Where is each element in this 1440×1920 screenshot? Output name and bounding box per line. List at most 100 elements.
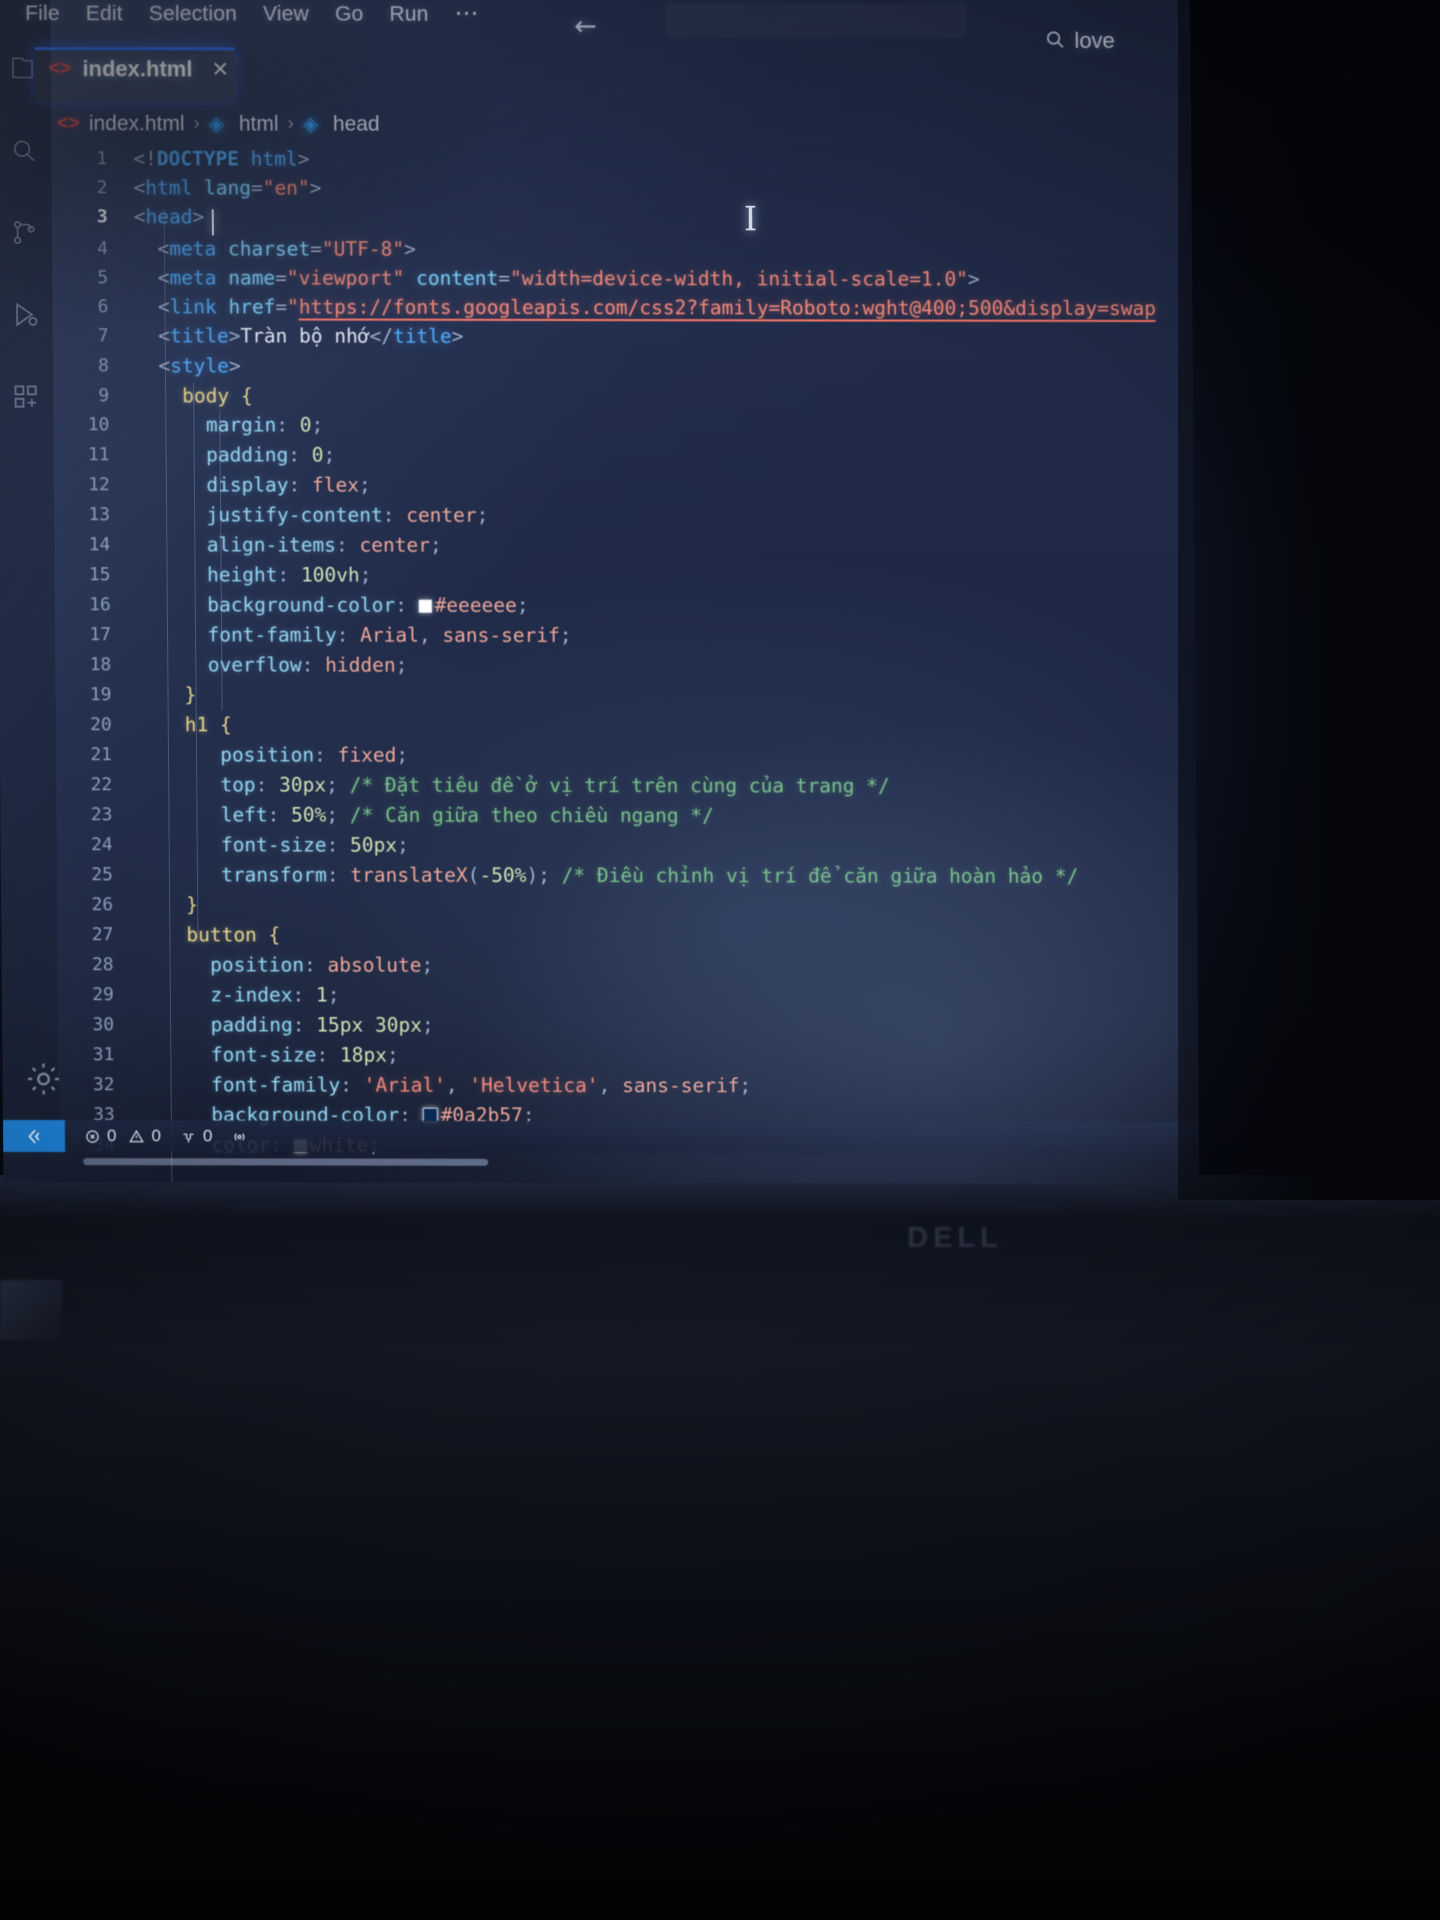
html-file-icon: <> — [56, 113, 80, 136]
code-line-24: font-size: 50px; — [220, 833, 409, 857]
chevron-right-icon: › — [193, 113, 200, 135]
code-line-16: background-color: #eeeeee; — [207, 593, 529, 617]
line-number: 21 — [90, 744, 113, 766]
code-line-25: transform: translateX(-50%); /* Điều chỉ… — [221, 863, 1079, 888]
code-line-19: } — [184, 683, 197, 707]
code-line-23: left: 50%; /* Căn giữa theo chiều ngang … — [220, 803, 714, 828]
breadcrumb[interactable]: <> index.html › ◈ html › ◈ head — [57, 112, 380, 137]
line-number: 31 — [92, 1044, 115, 1066]
code-line-18: overflow: hidden; — [207, 653, 408, 677]
error-count: 0 — [106, 1126, 117, 1146]
code-line-7: <title>Tràn bộ nhớ</title> — [158, 324, 464, 348]
line-number: 23 — [90, 804, 113, 826]
titlebar-search[interactable]: love — [1044, 28, 1115, 54]
code-line-30: padding: 15px 30px; — [210, 1013, 434, 1037]
line-number: 4 — [97, 238, 109, 260]
ports-status[interactable]: 0 — [181, 1126, 213, 1146]
code-line-5: <meta name="viewport" content="width=dev… — [157, 266, 980, 291]
menu-item-go[interactable]: Go — [322, 0, 377, 31]
breadcrumb-node-html[interactable]: html — [239, 112, 279, 136]
horizontal-scrollbar[interactable] — [83, 1158, 489, 1166]
vscode-window: File Edit Selection View Go Run ⋯ ← love — [0, 0, 1200, 1185]
html-file-icon: <> — [48, 58, 72, 81]
menu-item-view[interactable]: View — [250, 0, 322, 31]
line-number: 9 — [98, 385, 110, 407]
warning-count: 0 — [151, 1126, 162, 1146]
cube-icon: ◈ — [302, 113, 319, 136]
close-icon[interactable]: ✕ — [211, 57, 229, 82]
line-number: 22 — [90, 774, 113, 796]
status-bar[interactable]: 0 0 0 — [2, 1119, 1200, 1155]
code-line-6: <link href="https://fonts.googleapis.com… — [157, 295, 1157, 323]
menu-item-selection[interactable]: Selection — [136, 0, 250, 30]
code-line-28: position: absolute; — [210, 953, 434, 977]
code-line-4: <meta charset="UTF-8"> — [157, 237, 416, 261]
code-line-8: <style> — [158, 354, 241, 378]
menu-bar[interactable]: File Edit Selection View Go Run ⋯ — [0, 0, 494, 37]
navigate-back-icon[interactable]: ← — [574, 11, 597, 42]
mouse-ibeam-cursor: I — [743, 199, 758, 240]
ports-count: 0 — [202, 1126, 213, 1146]
code-line-31: font-size: 18px; — [210, 1043, 399, 1067]
code-line-2: <html lang="en"> — [133, 176, 322, 200]
laptop-base — [0, 1175, 1440, 1920]
search-icon — [1044, 28, 1065, 53]
cube-icon: ◈ — [208, 112, 225, 135]
line-number: 7 — [97, 325, 109, 347]
broadcast-icon — [234, 1132, 245, 1140]
code-line-13: justify-content: center; — [206, 503, 489, 527]
breadcrumb-node-head[interactable]: head — [333, 113, 380, 137]
code-line-1: <!DOCTYPE html> — [133, 147, 310, 171]
breadcrumb-file[interactable]: index.html — [89, 112, 185, 136]
command-center[interactable] — [666, 3, 966, 38]
search-text: love — [1074, 27, 1115, 53]
screen-right-edge — [1178, 0, 1440, 1200]
line-number: 26 — [91, 894, 114, 916]
warning-triangle-icon — [129, 1129, 145, 1142]
code-line-12: display: flex; — [206, 473, 371, 497]
menu-item-more[interactable]: ⋯ — [441, 0, 493, 31]
code-line-11: padding: 0; — [206, 443, 336, 467]
code-line-27: button { — [186, 923, 281, 947]
code-line-32: font-family: 'Arial', 'Helvetica', sans-… — [210, 1073, 752, 1098]
line-number: 5 — [97, 267, 109, 289]
laptop-photo: DELL File Edit Selection View Go Run ⋯ ←… — [0, 0, 1440, 1920]
menu-item-run[interactable]: Run — [376, 0, 441, 31]
code-line-21: position: fixed; — [220, 743, 409, 767]
line-number: 18 — [89, 654, 112, 676]
line-number: 30 — [92, 1014, 115, 1036]
remote-window-icon[interactable] — [2, 1119, 66, 1153]
line-number-current: 3 — [96, 206, 108, 228]
deck-sticker — [0, 1280, 62, 1340]
code-line-15: height: 100vh; — [206, 563, 372, 587]
line-number: 32 — [92, 1074, 115, 1096]
code-line-17: font-family: Arial, sans-serif; — [207, 623, 572, 647]
line-number: 13 — [88, 504, 111, 526]
problems-status[interactable]: 0 0 — [85, 1126, 161, 1146]
line-number: 15 — [88, 564, 111, 586]
code-line-3: <head> — [133, 205, 205, 229]
line-number: 25 — [91, 864, 114, 886]
ports-icon — [183, 1133, 194, 1142]
line-number: 28 — [91, 954, 114, 976]
color-swatch — [418, 599, 432, 613]
code-line-9: body { — [182, 384, 253, 408]
chevron-right-icon: › — [287, 113, 295, 135]
tab-index-html[interactable]: <> index.html ✕ — [49, 56, 230, 82]
code-editor[interactable]: 1 <!DOCTYPE html> 2 <html lang="en"> 3 <… — [0, 142, 1199, 1185]
line-number: 19 — [89, 684, 112, 706]
tab-label: index.html — [82, 56, 193, 82]
broadcast-status[interactable] — [232, 1129, 247, 1144]
line-number: 12 — [88, 474, 110, 496]
line-number: 10 — [87, 414, 110, 436]
line-number: 24 — [90, 834, 113, 856]
line-number: 2 — [96, 177, 108, 199]
dell-logo: DELL — [907, 1222, 1003, 1254]
code-line-29: z-index: 1; — [210, 983, 340, 1007]
line-number: 27 — [91, 924, 114, 946]
code-line-14: align-items: center; — [206, 533, 442, 557]
menu-item-edit[interactable]: Edit — [73, 0, 136, 30]
menu-item-file[interactable]: File — [12, 0, 73, 30]
line-number: 14 — [88, 534, 111, 556]
line-number: 20 — [89, 714, 112, 736]
